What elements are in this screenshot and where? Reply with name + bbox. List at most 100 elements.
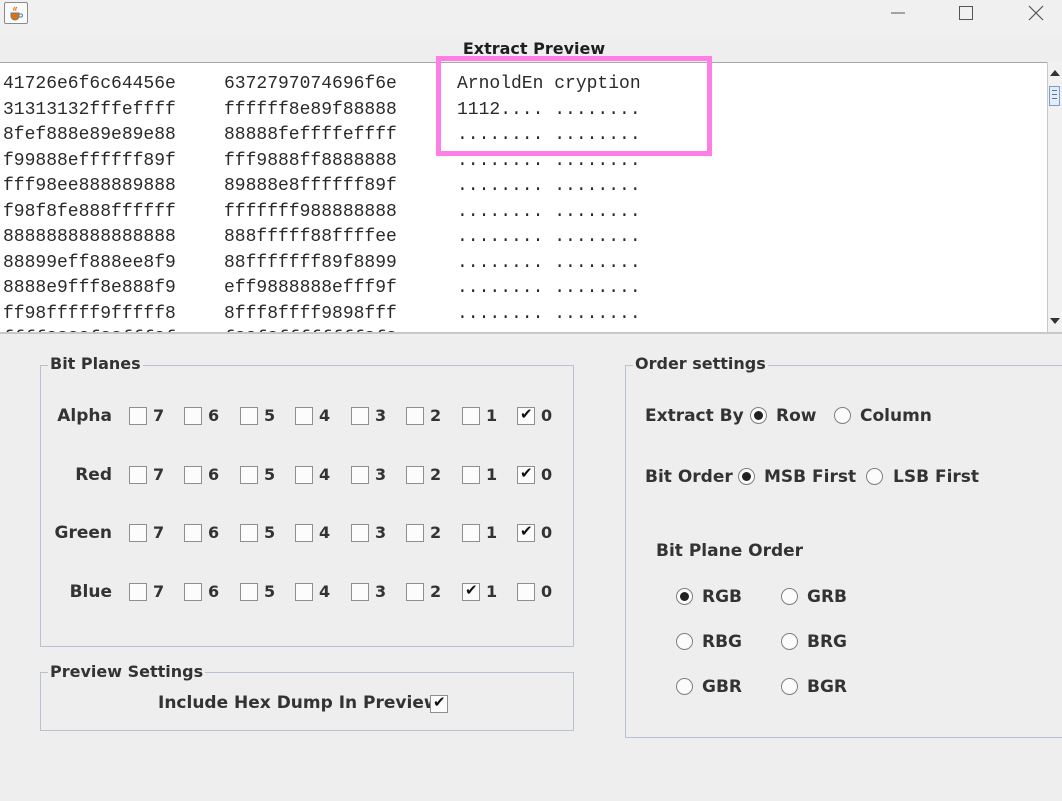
bit-label[interactable]: 5 bbox=[264, 582, 275, 602]
bit-plane-order-bgr-label[interactable]: BGR bbox=[807, 676, 847, 698]
bit-plane-order-rbg-radio[interactable] bbox=[676, 633, 693, 650]
title-bar bbox=[0, 0, 1062, 36]
alpha-bit-6-checkbox[interactable] bbox=[184, 407, 202, 425]
preview-hex-col-2: 88888feffffeffff bbox=[224, 125, 397, 145]
blue-bit-4-checkbox[interactable] bbox=[295, 583, 313, 601]
bit-label[interactable]: 2 bbox=[430, 582, 441, 602]
bit-label[interactable]: 3 bbox=[375, 582, 386, 602]
green-bit-2-checkbox[interactable] bbox=[406, 524, 424, 542]
red-bit-4-checkbox[interactable] bbox=[295, 466, 313, 484]
bit-label[interactable]: 5 bbox=[264, 523, 275, 543]
preview-hex-col-1: 41726e6f6c64456e bbox=[3, 74, 176, 94]
bit-order-msb-radio[interactable] bbox=[738, 468, 755, 485]
green-bit-3-checkbox[interactable] bbox=[351, 524, 369, 542]
bit-label[interactable]: 0 bbox=[541, 582, 552, 602]
bit-label[interactable]: 7 bbox=[153, 465, 164, 485]
alpha-bit-4-checkbox[interactable] bbox=[295, 407, 313, 425]
green-bit-5-checkbox[interactable] bbox=[240, 524, 258, 542]
scroll-down-arrow-icon[interactable] bbox=[1048, 314, 1062, 328]
bit-order-lsb-label[interactable]: LSB First bbox=[893, 466, 979, 488]
bit-label[interactable]: 5 bbox=[264, 406, 275, 426]
green-bit-6-checkbox[interactable] bbox=[184, 524, 202, 542]
bit-label[interactable]: 3 bbox=[375, 523, 386, 543]
red-bit-5-checkbox[interactable] bbox=[240, 466, 258, 484]
blue-bit-1-checkbox[interactable] bbox=[462, 581, 480, 601]
bit-order-msb-label[interactable]: MSB First bbox=[764, 466, 856, 488]
bit-label[interactable]: 4 bbox=[319, 523, 330, 543]
bit-plane-order-rgb-label[interactable]: RGB bbox=[702, 586, 742, 608]
bit-label[interactable]: 6 bbox=[208, 523, 219, 543]
bit-label[interactable]: 0 bbox=[541, 406, 552, 426]
bit-plane-order-grb-radio[interactable] bbox=[781, 588, 798, 605]
preview-hex-col-2: 6372797074696f6e bbox=[224, 74, 397, 94]
red-bit-3-checkbox[interactable] bbox=[351, 466, 369, 484]
alpha-bit-5-checkbox[interactable] bbox=[240, 407, 258, 425]
bit-label[interactable]: 1 bbox=[486, 465, 497, 485]
scrollbar-thumb[interactable] bbox=[1049, 86, 1060, 106]
bit-label[interactable]: 6 bbox=[208, 465, 219, 485]
green-bit-1-checkbox[interactable] bbox=[462, 524, 480, 542]
bit-label[interactable]: 3 bbox=[375, 406, 386, 426]
preview-ascii-col: ........ ........ bbox=[457, 278, 641, 298]
bit-plane-order-rbg-label[interactable]: RBG bbox=[702, 631, 742, 653]
bit-label[interactable]: 0 bbox=[541, 523, 552, 543]
bit-label[interactable]: 1 bbox=[486, 582, 497, 602]
extract-by-row-radio[interactable] bbox=[750, 407, 767, 424]
bit-label[interactable]: 3 bbox=[375, 465, 386, 485]
alpha-bit-7-checkbox[interactable] bbox=[129, 407, 147, 425]
bit-label[interactable]: 7 bbox=[153, 582, 164, 602]
green-bit-4-checkbox[interactable] bbox=[295, 524, 313, 542]
red-bit-1-checkbox[interactable] bbox=[462, 466, 480, 484]
minimize-button[interactable] bbox=[876, 0, 920, 26]
bit-label[interactable]: 1 bbox=[486, 523, 497, 543]
extract-by-column-label[interactable]: Column bbox=[860, 405, 932, 427]
bit-label[interactable]: 4 bbox=[319, 582, 330, 602]
blue-bit-7-checkbox[interactable] bbox=[129, 583, 147, 601]
bit-plane-order-gbr-label[interactable]: GBR bbox=[702, 676, 742, 698]
bit-label[interactable]: 5 bbox=[264, 465, 275, 485]
bit-label[interactable]: 4 bbox=[319, 465, 330, 485]
maximize-button[interactable] bbox=[944, 0, 988, 26]
alpha-bit-2-checkbox[interactable] bbox=[406, 407, 424, 425]
red-bit-0-checkbox[interactable] bbox=[517, 464, 535, 484]
red-bit-6-checkbox[interactable] bbox=[184, 466, 202, 484]
blue-bit-0-checkbox[interactable] bbox=[517, 583, 535, 601]
bit-label[interactable]: 0 bbox=[541, 465, 552, 485]
bit-label[interactable]: 1 bbox=[486, 406, 497, 426]
bit-label[interactable]: 6 bbox=[208, 406, 219, 426]
hex-dump-checkbox[interactable] bbox=[430, 693, 448, 713]
bit-order-lsb-radio[interactable] bbox=[866, 468, 883, 485]
extract-by-row-label[interactable]: Row bbox=[776, 405, 816, 427]
alpha-bit-0-checkbox[interactable] bbox=[517, 405, 535, 425]
bit-label[interactable]: 2 bbox=[430, 406, 441, 426]
alpha-bit-3-checkbox[interactable] bbox=[351, 407, 369, 425]
java-cup-icon[interactable] bbox=[4, 2, 28, 24]
bit-label[interactable]: 6 bbox=[208, 582, 219, 602]
bit-plane-order-grb-label[interactable]: GRB bbox=[807, 586, 847, 608]
bit-label[interactable]: 7 bbox=[153, 406, 164, 426]
bit-label[interactable]: 4 bbox=[319, 406, 330, 426]
bit-plane-order-brg-radio[interactable] bbox=[781, 633, 798, 650]
bit-plane-order-bgr-radio[interactable] bbox=[781, 678, 798, 695]
scroll-up-arrow-icon[interactable] bbox=[1048, 66, 1062, 80]
blue-bit-2-checkbox[interactable] bbox=[406, 583, 424, 601]
red-bit-7-checkbox[interactable] bbox=[129, 466, 147, 484]
blue-bit-5-checkbox[interactable] bbox=[240, 583, 258, 601]
blue-bit-3-checkbox[interactable] bbox=[351, 583, 369, 601]
alpha-bit-1-checkbox[interactable] bbox=[462, 407, 480, 425]
bit-label[interactable]: 7 bbox=[153, 523, 164, 543]
green-bit-0-checkbox[interactable] bbox=[517, 522, 535, 542]
bit-plane-row-label: Blue bbox=[69, 582, 112, 602]
bit-label[interactable]: 2 bbox=[430, 465, 441, 485]
red-bit-2-checkbox[interactable] bbox=[406, 466, 424, 484]
bit-plane-order-gbr-radio[interactable] bbox=[676, 678, 693, 695]
close-button[interactable] bbox=[1014, 0, 1058, 26]
blue-bit-6-checkbox[interactable] bbox=[184, 583, 202, 601]
bit-plane-order-rgb-radio[interactable] bbox=[676, 588, 693, 605]
preview-scrollbar[interactable] bbox=[1047, 62, 1062, 332]
bit-label[interactable]: 2 bbox=[430, 523, 441, 543]
bit-plane-order-brg-label[interactable]: BRG bbox=[807, 631, 847, 653]
split-pane-divider[interactable] bbox=[0, 332, 1062, 334]
green-bit-7-checkbox[interactable] bbox=[129, 524, 147, 542]
extract-by-column-radio[interactable] bbox=[834, 407, 851, 424]
